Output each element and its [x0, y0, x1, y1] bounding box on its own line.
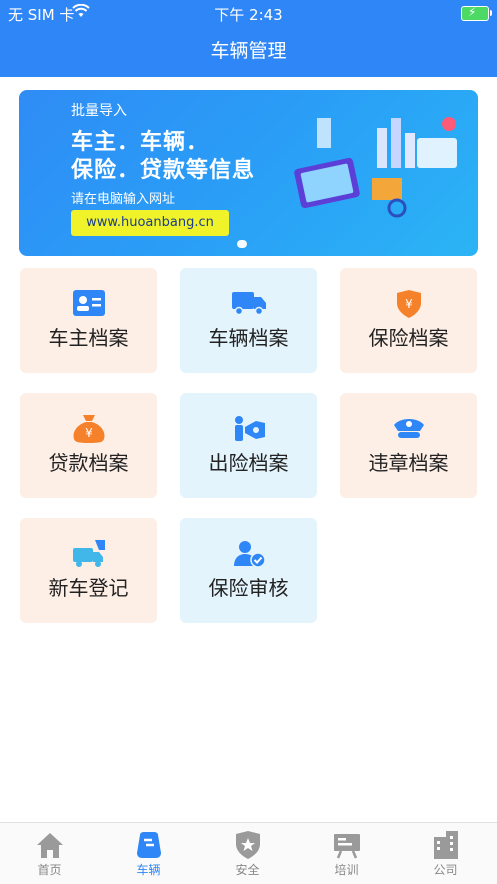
- top-header: 无 SIM 卡 下午 2:43 ⚡ 车辆管理: [0, 0, 497, 77]
- tab-training[interactable]: 培训: [297, 823, 396, 884]
- vehicle-icon: [134, 831, 164, 859]
- police-cap-icon: [340, 415, 477, 443]
- tab-label: 车辆: [136, 863, 161, 877]
- tab-label: 安全: [235, 863, 260, 877]
- tab-home[interactable]: 首页: [0, 823, 99, 884]
- home-icon: [35, 831, 65, 859]
- tab-label: 培训: [334, 863, 359, 877]
- status-time: 下午 2:43: [214, 6, 283, 24]
- tile-label: 保险档案: [368, 326, 449, 350]
- tile-label: 贷款档案: [48, 451, 129, 475]
- banner-line1: 批量导入: [71, 103, 127, 119]
- status-bar: 无 SIM 卡 下午 2:43 ⚡: [0, 2, 497, 24]
- svg-text:¥: ¥: [85, 426, 93, 440]
- tile-label: 车主档案: [48, 326, 129, 350]
- tile-new-car-register[interactable]: 新车登记: [20, 518, 157, 623]
- new-car-register-icon: [20, 540, 157, 568]
- banner-line3: 保险．贷款等信息: [71, 158, 256, 183]
- tab-vehicle[interactable]: 车辆: [99, 823, 198, 884]
- tile-label: 保险审核: [208, 576, 289, 600]
- tile-label: 出险档案: [208, 451, 289, 475]
- id-card-icon: [20, 290, 157, 318]
- banner-url: www.huoanbang.cn: [71, 210, 229, 236]
- tile-insurance-archive[interactable]: ¥ 保险档案: [340, 268, 477, 373]
- promo-banner[interactable]: 批量导入 车主．车辆． 保险．贷款等信息 请在电脑输入网址 www.huoanb…: [19, 90, 478, 256]
- tab-company[interactable]: 公司: [396, 823, 495, 884]
- banner-illustration: [294, 117, 457, 218]
- banner-page-indicator: [237, 240, 247, 248]
- svg-text:¥: ¥: [405, 297, 413, 311]
- company-building-icon: [431, 831, 461, 859]
- tile-accident-archive[interactable]: 出险档案: [180, 393, 317, 498]
- insurance-review-icon: [180, 540, 317, 568]
- bottom-tab-bar: 首页 车辆 安全 培训 公司: [0, 822, 497, 884]
- tile-owner-archive[interactable]: 车主档案: [20, 268, 157, 373]
- banner-line4: 请在电脑输入网址: [71, 192, 176, 207]
- truck-icon: [180, 290, 317, 318]
- tile-label: 车辆档案: [208, 326, 289, 350]
- tile-label: 违章档案: [368, 451, 449, 475]
- tile-label: 新车登记: [48, 576, 129, 600]
- tab-label: 公司: [433, 863, 458, 877]
- tile-loan-archive[interactable]: ¥ 贷款档案: [20, 393, 157, 498]
- page-title: 车辆管理: [210, 40, 287, 62]
- money-bag-icon: ¥: [20, 415, 157, 443]
- tile-insurance-review[interactable]: 保险审核: [180, 518, 317, 623]
- tile-violation-archive[interactable]: 违章档案: [340, 393, 477, 498]
- safety-badge-icon: [233, 831, 263, 859]
- tile-vehicle-archive[interactable]: 车辆档案: [180, 268, 317, 373]
- accident-icon: [180, 415, 317, 443]
- tab-safety[interactable]: 安全: [198, 823, 297, 884]
- insurance-shield-icon: ¥: [340, 290, 477, 318]
- training-board-icon: [332, 831, 362, 859]
- tab-label: 首页: [37, 863, 62, 877]
- battery-icon: ⚡: [461, 5, 492, 21]
